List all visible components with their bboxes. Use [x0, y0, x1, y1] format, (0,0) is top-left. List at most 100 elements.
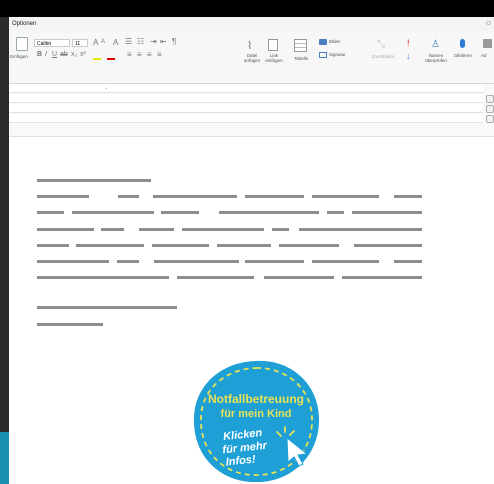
zoom-label: Zoomfaktor	[371, 54, 395, 59]
top-black-bar	[0, 0, 494, 17]
address-fields: ⌄	[9, 84, 494, 136]
justify-icon[interactable]: ≡	[157, 50, 162, 59]
zoom-button[interactable]: ⤡ Zoomfaktor	[369, 39, 397, 69]
clipboard-icon	[16, 37, 28, 51]
badge-title-line2: für mein Kind	[221, 408, 292, 420]
text-placeholder-line	[37, 228, 94, 231]
text-placeholder-line	[154, 260, 239, 263]
font-color-icon[interactable]	[107, 52, 115, 60]
text-placeholder-line	[394, 195, 422, 198]
dictate-button[interactable]: Diktieren	[451, 39, 475, 69]
addins-icon	[483, 39, 492, 48]
text-placeholder-line	[139, 228, 174, 231]
left-window-edge	[0, 17, 9, 484]
chevron-down-icon: ⌄	[104, 85, 109, 91]
addins-button[interactable]: Ad	[481, 39, 494, 69]
table-label: Tabelle	[293, 56, 309, 61]
ribbon-toolbar: Einfügen Calibri 11 A A A ☰ ☷ ⇥ ⇤ ¶ B I …	[9, 31, 494, 84]
clear-format-icon[interactable]: A	[113, 38, 118, 47]
addins-label: Ad	[481, 53, 487, 58]
table-button[interactable]: Tabelle	[290, 39, 312, 69]
signature-icon	[319, 52, 327, 58]
text-placeholder-line	[177, 276, 254, 279]
emergency-care-badge[interactable]: Notfallbetreuung für mein Kind Klicken f…	[191, 358, 321, 484]
text-placeholder-line	[37, 244, 69, 247]
strikethrough-icon[interactable]: ab	[60, 51, 68, 58]
table-icon	[294, 39, 307, 52]
signature-button[interactable]: Signatur	[319, 51, 359, 60]
subscript-icon[interactable]: x₂	[71, 51, 77, 58]
text-placeholder-line	[37, 306, 177, 309]
text-placeholder-line	[272, 228, 289, 231]
from-field[interactable]: ⌄	[9, 84, 483, 93]
text-placeholder-line	[101, 228, 124, 231]
to-field[interactable]	[9, 94, 483, 103]
text-placeholder-line	[394, 260, 422, 263]
underline-icon[interactable]: U	[52, 51, 57, 58]
text-placeholder-line	[354, 244, 422, 247]
picture-icon	[319, 39, 327, 45]
people-icon: ♙	[431, 39, 440, 50]
outdent-icon[interactable]: ⇤	[160, 37, 167, 46]
check-names-button[interactable]: ♙ Namen überprüfen	[423, 39, 449, 69]
pictures-label: Bilder	[329, 39, 341, 44]
align-center-icon[interactable]: ≡	[137, 50, 142, 59]
to-contacts-button[interactable]	[486, 95, 494, 103]
cc-contacts-button[interactable]	[486, 105, 494, 113]
bcc-contacts-button[interactable]	[486, 115, 494, 123]
highlight-icon[interactable]	[93, 52, 101, 60]
text-placeholder-line	[264, 276, 334, 279]
shrink-font-icon[interactable]: A	[101, 39, 105, 45]
microphone-icon	[460, 39, 465, 48]
align-right-icon[interactable]: ≡	[147, 50, 152, 59]
high-importance-icon[interactable]: !	[407, 38, 410, 48]
message-body[interactable]: Notfallbetreuung für mein Kind Klicken f…	[9, 137, 494, 484]
grow-font-icon[interactable]: A	[93, 38, 98, 47]
font-name-select[interactable]: Calibri	[34, 39, 70, 47]
align-left-icon[interactable]: ≡	[127, 50, 132, 59]
attach-file-button[interactable]: ⌇ Datei anfügen	[241, 39, 263, 69]
text-placeholder-line	[37, 260, 109, 263]
paste-label: Einfügen	[10, 54, 28, 59]
text-placeholder-line	[37, 323, 103, 326]
cc-field[interactable]	[9, 104, 483, 113]
superscript-icon[interactable]: x²	[80, 51, 86, 58]
zoom-icon: ⤡	[377, 39, 385, 50]
signature-label: Signatur	[329, 52, 346, 57]
text-placeholder-line	[161, 211, 199, 214]
text-placeholder-line	[37, 276, 169, 279]
ribbon-tab-bar: Optionen ☺	[9, 17, 494, 31]
text-placeholder-line	[342, 276, 422, 279]
text-placeholder-line	[312, 260, 379, 263]
help-icon[interactable]: ☺	[485, 20, 492, 27]
italic-icon[interactable]: I	[45, 51, 47, 58]
text-placeholder-line	[76, 244, 144, 247]
link-icon	[268, 39, 278, 51]
subject-field[interactable]	[9, 114, 483, 123]
dictate-label: Diktieren	[454, 53, 472, 58]
text-placeholder-line	[217, 244, 271, 247]
text-placeholder-line	[37, 195, 89, 198]
text-placeholder-line	[245, 260, 304, 263]
email-compose-window: Optionen ☺ Einfügen Calibri 11 A A A ☰ ☷…	[9, 17, 494, 484]
paperclip-icon: ⌇	[247, 40, 253, 52]
text-placeholder-line	[279, 244, 339, 247]
pictures-button[interactable]: Bilder	[319, 38, 355, 47]
bold-icon[interactable]: B	[37, 51, 42, 58]
text-placeholder-line	[117, 260, 139, 263]
bullets-icon[interactable]: ☰	[125, 37, 132, 46]
low-importance-icon[interactable]: ↓	[406, 51, 411, 61]
text-placeholder-line	[299, 228, 422, 231]
numbering-icon[interactable]: ☷	[137, 37, 144, 46]
paragraph-icon[interactable]: ¶	[172, 37, 176, 46]
insert-link-button[interactable]: Link einfügen	[263, 39, 285, 69]
text-placeholder-line	[72, 211, 154, 214]
text-placeholder-line	[312, 195, 379, 198]
text-placeholder-line	[37, 179, 151, 182]
text-placeholder-line	[352, 211, 422, 214]
text-placeholder-line	[182, 228, 264, 231]
indent-icon[interactable]: ⇥	[150, 37, 157, 46]
font-size-select[interactable]: 11	[72, 39, 88, 47]
paste-button[interactable]: Einfügen	[10, 37, 31, 67]
tab-options[interactable]: Optionen	[12, 21, 36, 27]
